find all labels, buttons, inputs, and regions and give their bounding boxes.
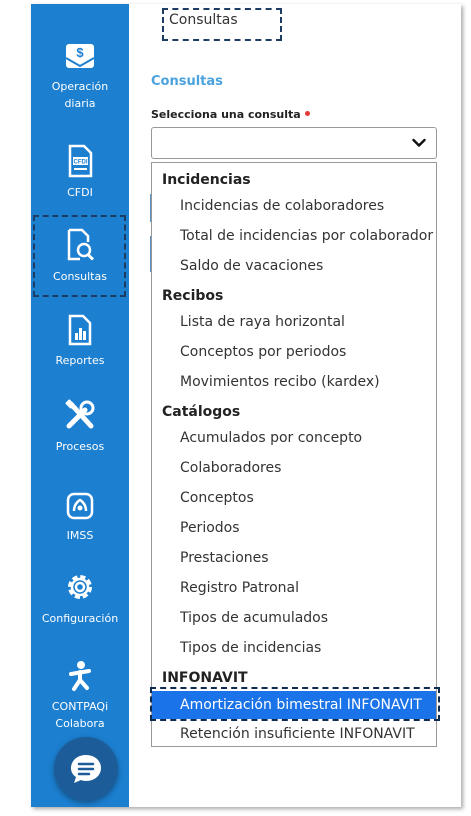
sidebar-item-label: CONTPAQi [51,700,109,713]
tools-icon [65,399,95,429]
cfdi-document-icon: CFDI [68,144,93,178]
group-header-recibos: Recibos [162,288,224,304]
required-indicator [304,111,310,116]
app-window: $ Operación diaria CFDI CFDI Consultas R… [31,4,461,807]
sidebar-item-procesos[interactable]: Procesos [31,398,129,455]
svg-text:CFDI: CFDI [74,160,88,166]
option-acumulados-por-concepto[interactable]: Acumulados por concepto [180,430,362,446]
option-incidencias-de-colaboradores[interactable]: Incidencias de colaboradores [180,198,384,214]
option-colaboradores[interactable]: Colaboradores [180,460,281,476]
imss-icon [66,492,94,520]
sidebar: $ Operación diaria CFDI CFDI Consultas R… [31,4,129,807]
focus-highlight-box [33,215,126,297]
sidebar-item-imss[interactable]: IMSS [31,491,129,544]
option-conceptos[interactable]: Conceptos [180,490,254,506]
chevron-down-icon [412,138,426,147]
group-header-infonavit: INFONAVIT [162,670,248,686]
sidebar-item-label: CFDI [67,186,93,199]
person-running-icon [69,661,91,691]
chat-bubble-icon [71,755,101,783]
sidebar-item-label: Configuración [41,612,119,625]
option-total-de-incidencias[interactable]: Total de incidencias por colaborador [180,228,433,244]
section-title: Consultas [151,74,223,89]
chat-button[interactable] [54,737,118,801]
main-content: Consultas Consultas Selecciona una consu… [129,4,461,807]
option-movimientos-recibo[interactable]: Movimientos recibo (kardex) [180,374,380,390]
consulta-select[interactable] [151,127,437,159]
group-header-incidencias: Incidencias [162,172,251,188]
sidebar-item-label: Reportes [55,354,105,367]
option-retencion-insuficiente-infonavit[interactable]: Retención insuficiente INFONAVIT [180,726,415,742]
option-tipos-de-acumulados[interactable]: Tipos de acumulados [180,610,328,626]
option-highlight-box [150,687,440,721]
sidebar-item-label: Procesos [55,440,105,453]
option-conceptos-por-periodos[interactable]: Conceptos por periodos [180,344,346,360]
consulta-dropdown-list: Incidencias Incidencias de colaboradores… [151,162,437,747]
breadcrumb-highlight-box [162,8,282,41]
sidebar-item-label: IMSS [66,529,94,542]
option-registro-patronal[interactable]: Registro Patronal [180,580,299,596]
report-chart-icon [68,314,92,346]
sidebar-item-operacion-diaria[interactable]: $ Operación diaria [31,38,129,112]
sidebar-item-reportes[interactable]: Reportes [31,314,129,369]
sidebar-item-label: Colabora [55,717,105,730]
option-periodos[interactable]: Periodos [180,520,240,536]
sidebar-item-label: diaria [64,97,96,110]
option-tipos-de-incidencias[interactable]: Tipos de incidencias [180,640,321,656]
money-envelope-icon: $ [65,44,95,68]
option-lista-de-raya[interactable]: Lista de raya horizontal [180,314,345,330]
svg-text:$: $ [76,45,84,60]
group-header-catalogos: Catálogos [162,404,241,420]
select-label: Selecciona una consulta [151,108,310,121]
sidebar-item-cfdi[interactable]: CFDI CFDI [31,144,129,201]
sidebar-item-label: Operación [51,80,109,93]
option-prestaciones[interactable]: Prestaciones [180,550,269,566]
option-saldo-de-vacaciones[interactable]: Saldo de vacaciones [180,258,323,274]
sidebar-item-contpaqi-colabora[interactable]: CONTPAQi Colabora [31,660,129,732]
sidebar-item-configuracion[interactable]: Configuración [31,570,129,627]
gear-icon [68,575,92,599]
